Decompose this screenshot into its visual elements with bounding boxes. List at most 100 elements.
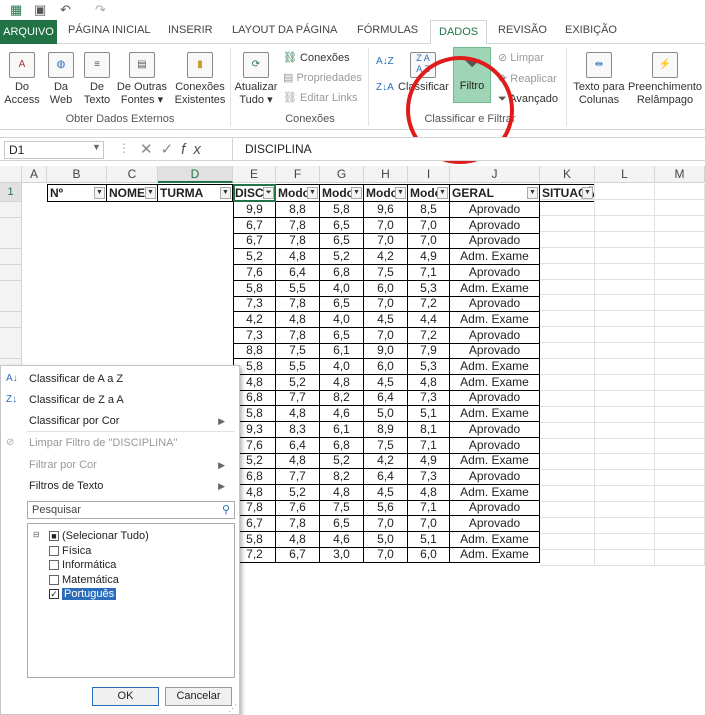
tab-arquivo[interactable]: ARQUIVO (0, 20, 57, 44)
row-header[interactable] (0, 217, 22, 234)
table-cell[interactable]: 5,3 (408, 359, 450, 375)
redo-icon[interactable]: ↷ (95, 2, 106, 18)
table-cell[interactable]: 7,3 (408, 468, 450, 485)
table-cell[interactable]: 6,7 (233, 217, 276, 234)
select-all-corner[interactable] (0, 166, 22, 183)
table-cell[interactable]: 7,2 (408, 296, 450, 313)
table-cell[interactable]: 7,0 (364, 233, 408, 250)
table-cell[interactable]: 4,2 (233, 311, 276, 328)
table-cell[interactable]: 7,0 (364, 516, 408, 532)
refresh-all-button[interactable]: ⟳ Atualizar Tudo ▾ (234, 52, 278, 107)
table-cell[interactable]: Aprovado (450, 296, 540, 313)
header-cell-3[interactable]: DISCIPLINA⏷ (233, 184, 276, 202)
empty-cell[interactable] (540, 327, 595, 344)
empty-cell[interactable] (540, 406, 595, 423)
table-cell[interactable]: Adm. Exame (450, 453, 540, 470)
table-cell[interactable]: 5,2 (320, 453, 364, 470)
empty-cell[interactable] (595, 517, 655, 534)
from-access-button[interactable]: A Do Access (4, 52, 40, 107)
empty-cell[interactable] (595, 406, 655, 423)
table-cell[interactable]: 7,8 (276, 217, 320, 234)
empty-cell[interactable] (595, 533, 655, 550)
filter-value-item[interactable]: (Selecionar Tudo) (62, 530, 149, 542)
table-cell[interactable]: 4,2 (364, 249, 408, 266)
column-header-c[interactable]: C (107, 166, 158, 183)
column-header-d[interactable]: D (158, 166, 233, 183)
tab-layout[interactable]: LAYOUT DA PÁGINA (232, 24, 337, 36)
tab-revisao[interactable]: REVISÃO (498, 24, 547, 36)
table-cell[interactable]: 7,9 (408, 343, 450, 360)
table-cell[interactable]: 4,9 (408, 453, 450, 470)
table-cell[interactable]: 8,9 (364, 421, 408, 438)
column-header-i[interactable]: I (408, 166, 450, 183)
table-cell[interactable]: 4,0 (320, 280, 364, 297)
properties-button[interactable]: ▤ Propriedades (283, 71, 362, 84)
table-cell[interactable]: 5,6 (364, 500, 408, 517)
empty-cell[interactable] (655, 199, 705, 216)
table-cell[interactable]: 6,8 (320, 437, 364, 454)
empty-cell[interactable] (540, 231, 595, 248)
table-cell[interactable]: Aprovado (450, 421, 540, 438)
text-filters-item[interactable]: Filtros de Texto ▶ (29, 480, 233, 492)
column-header-m[interactable]: M (655, 166, 705, 183)
empty-cell[interactable] (540, 502, 595, 518)
empty-cell[interactable] (595, 263, 655, 280)
column-header-b[interactable]: B (47, 166, 107, 183)
empty-cell[interactable] (655, 406, 705, 423)
table-cell[interactable]: Aprovado (450, 390, 540, 407)
table-cell[interactable]: 7,5 (320, 500, 364, 517)
empty-cell[interactable] (595, 454, 655, 471)
empty-cell[interactable] (595, 438, 655, 455)
table-cell[interactable]: 7,3 (233, 327, 276, 344)
empty-cell[interactable] (655, 517, 705, 534)
table-cell[interactable]: 5,2 (233, 249, 276, 266)
empty-cell[interactable] (655, 279, 705, 296)
column-header-k[interactable]: K (540, 166, 595, 183)
table-cell[interactable]: Aprovado (450, 500, 540, 517)
table-cell[interactable]: 6,5 (320, 516, 364, 532)
filter-value-item[interactable]: Informática (62, 559, 116, 571)
table-cell[interactable]: 4,6 (320, 406, 364, 423)
empty-cell[interactable] (595, 311, 655, 328)
table-cell[interactable]: 9,6 (364, 202, 408, 218)
table-cell[interactable]: 8,8 (276, 202, 320, 218)
table-cell[interactable]: 5,0 (364, 406, 408, 423)
row-header[interactable] (0, 280, 22, 297)
column-header-f[interactable]: F (276, 166, 320, 183)
table-cell[interactable]: Adm. Exame (450, 406, 540, 423)
table-cell[interactable]: Adm. Exame (450, 359, 540, 375)
table-cell[interactable]: 6,0 (364, 359, 408, 375)
table-cell[interactable]: 4,4 (408, 311, 450, 328)
table-cell[interactable]: 9,0 (364, 343, 408, 360)
row-header[interactable] (0, 202, 22, 218)
table-cell[interactable]: Aprovado (450, 217, 540, 234)
table-cell[interactable]: 8,3 (276, 421, 320, 438)
table-cell[interactable]: 8,1 (408, 421, 450, 438)
sort-za-small-icon[interactable]: Z↓A (376, 82, 394, 93)
table-cell[interactable]: Adm. Exame (450, 547, 540, 564)
table-cell[interactable]: 8,8 (233, 343, 276, 360)
table-cell[interactable]: Adm. Exame (450, 484, 540, 501)
empty-cell[interactable] (655, 247, 705, 264)
empty-cell[interactable] (540, 517, 595, 534)
tab-dados[interactable]: DADOS (430, 20, 488, 45)
filter-by-color-item[interactable]: Filtrar por Cor ▶ (29, 459, 233, 471)
empty-cell[interactable] (540, 533, 595, 550)
table-cell[interactable]: 6,0 (408, 547, 450, 564)
filter-dropdown-icon[interactable]: ▼ (145, 187, 156, 199)
empty-cell[interactable] (655, 343, 705, 359)
table-cell[interactable]: 4,2 (364, 453, 408, 470)
ok-button[interactable]: OK (92, 687, 159, 706)
table-cell[interactable]: 4,6 (320, 531, 364, 548)
table-cell[interactable]: 5,0 (364, 531, 408, 548)
table-cell[interactable]: Aprovado (450, 202, 540, 218)
column-header-h[interactable]: H (364, 166, 408, 183)
table-cell[interactable]: 7,8 (276, 516, 320, 532)
table-cell[interactable]: 9,9 (233, 202, 276, 218)
empty-cell[interactable] (595, 215, 655, 232)
save-icon[interactable]: ▣ (34, 2, 46, 18)
column-header-j[interactable]: J (450, 166, 540, 183)
sort-az-small-icon[interactable]: A↓Z (376, 56, 394, 67)
empty-cell[interactable] (540, 470, 595, 487)
empty-cell[interactable] (595, 422, 655, 439)
